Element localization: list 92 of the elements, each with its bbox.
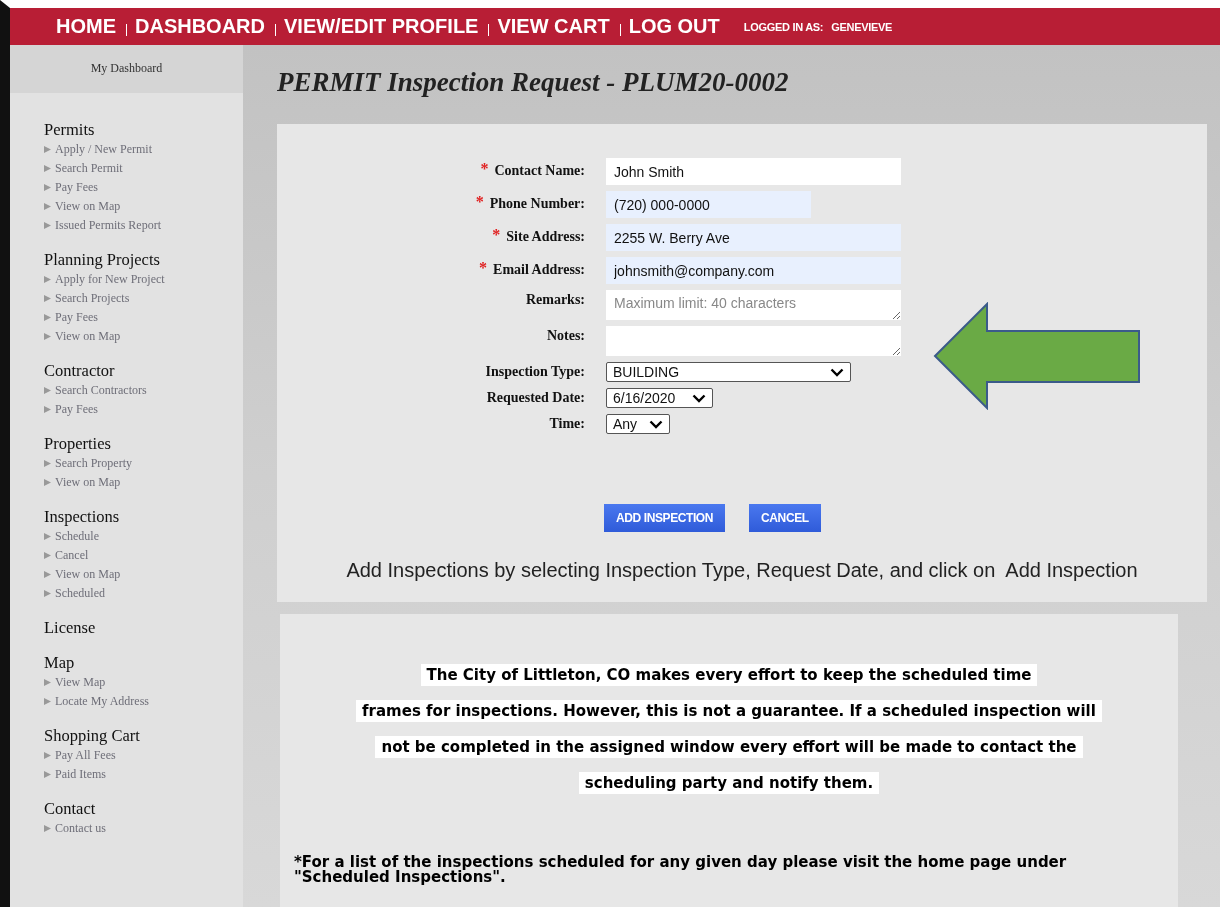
bullet-icon — [44, 314, 51, 321]
nav-link[interactable]: HOME — [56, 15, 116, 38]
arrow-left-icon — [933, 302, 1143, 410]
sidebar-heading[interactable]: Planning Projects — [44, 249, 243, 270]
sidebar-heading[interactable]: Properties — [44, 433, 243, 454]
bullet-icon — [44, 679, 51, 686]
logged-in-label: LOGGED IN AS: — [743, 20, 824, 33]
bullet-icon — [44, 165, 51, 172]
field-label: Phone Number: — [489, 196, 585, 212]
sidebar-link[interactable]: Search Permit — [44, 159, 243, 178]
sidebar-link[interactable]: Apply for New Project — [44, 270, 243, 289]
bullet-icon — [44, 387, 51, 394]
bullet-icon — [44, 479, 51, 486]
sidebar-link[interactable]: Pay All Fees — [44, 746, 243, 765]
bullet-icon — [44, 771, 51, 778]
sidebar-heading[interactable]: Map — [44, 652, 243, 673]
chevron-down-icon — [649, 419, 663, 429]
sidebar-heading[interactable]: Contractor — [44, 360, 243, 381]
sidebar-link[interactable]: Pay Fees — [44, 400, 243, 419]
dropdown[interactable]: Any — [606, 414, 670, 434]
bullet-icon — [44, 533, 51, 540]
field-label: Requested Date: — [486, 390, 585, 406]
sidebar-link[interactable]: Locate My Address — [44, 692, 243, 711]
dashboard-link[interactable]: My Dashboard — [90, 61, 163, 76]
sidebar-link[interactable]: Pay Fees — [44, 308, 243, 327]
sidebar-heading[interactable]: Contact — [44, 798, 243, 819]
bullet-icon — [44, 295, 51, 302]
text-field[interactable]: johnsmith@company.com — [606, 257, 901, 284]
bullet-icon — [44, 752, 51, 759]
sidebar-link[interactable]: View Map — [44, 673, 243, 692]
sidebar-link[interactable]: View on Map — [44, 327, 243, 346]
chevron-down-icon — [692, 393, 706, 403]
bullet-icon — [44, 825, 51, 832]
sidebar-heading[interactable]: License — [44, 617, 243, 638]
chevron-down-icon — [830, 367, 844, 377]
page-title: PERMIT Inspection Request - PLUM20-0002 — [277, 67, 789, 98]
sidebar-heading[interactable]: Inspections — [44, 506, 243, 527]
sidebar-link[interactable]: Search Projects — [44, 289, 243, 308]
sidebar-link[interactable]: Scheduled — [44, 584, 243, 603]
text-field[interactable]: (720) 000-0000 — [606, 191, 811, 218]
bullet-icon — [44, 276, 51, 283]
user-name: GENEVIEVE — [831, 20, 893, 33]
nav-link[interactable]: LOG OUT — [628, 15, 720, 38]
bullet-icon — [44, 184, 51, 191]
field-label: Time: — [549, 416, 585, 432]
bullet-icon — [44, 460, 51, 467]
sidebar-link[interactable]: View on Map — [44, 565, 243, 584]
cancel-button[interactable]: CANCEL — [749, 504, 821, 532]
sidebar-link[interactable]: Cancel — [44, 546, 243, 565]
field-label: Email Address: — [493, 262, 585, 278]
bullet-icon — [44, 698, 51, 705]
field-label: Remarks: — [525, 292, 585, 308]
bullet-icon — [44, 571, 51, 578]
bullet-icon — [44, 590, 51, 597]
required-mark: * — [480, 163, 489, 175]
required-mark: * — [479, 262, 488, 274]
required-mark: * — [492, 229, 501, 241]
field-label: Site Address: — [506, 229, 585, 245]
sidebar-link[interactable]: Schedule — [44, 527, 243, 546]
nav-link[interactable]: VIEW/EDIT PROFILE — [284, 15, 479, 38]
sidebar-link[interactable]: Pay Fees — [44, 178, 243, 197]
field-label: Inspection Type: — [485, 364, 585, 380]
dropdown[interactable]: BUILDING — [606, 362, 851, 382]
instruction-text: Add Inspections by selecting Inspection Type, Request Date, and click on Add Inspection — [346, 559, 1138, 582]
text-field[interactable]: John Smith — [606, 158, 901, 185]
field-label: Notes: — [546, 328, 585, 344]
bullet-icon — [44, 146, 51, 153]
sidebar-link[interactable]: Paid Items — [44, 765, 243, 784]
bullet-icon — [44, 406, 51, 413]
sidebar-link[interactable]: Search Property — [44, 454, 243, 473]
required-mark: * — [475, 196, 484, 208]
sidebar-heading[interactable]: Permits — [44, 119, 243, 140]
nav-link[interactable]: DASHBOARD — [135, 15, 265, 38]
add-button[interactable]: ADD INSPECTION — [604, 504, 726, 532]
text-area[interactable]: Maximum limit: 40 characters — [606, 290, 901, 320]
sidebar-link[interactable]: View on Map — [44, 473, 243, 492]
field-label: Contact Name: — [494, 163, 585, 179]
bullet-icon — [44, 552, 51, 559]
sidebar-link[interactable]: Search Contractors — [44, 381, 243, 400]
bullet-icon — [44, 333, 51, 340]
sidebar-link[interactable]: Contact us — [44, 819, 243, 838]
bullet-icon — [44, 203, 51, 210]
text-area[interactable] — [606, 326, 901, 356]
footnote-text: *For a list of the inspections scheduled for any given day please visit the home page under "Scheduled Inspections". — [293, 855, 1068, 885]
sidebar-heading[interactable]: Shopping Cart — [44, 725, 243, 746]
sidebar-link[interactable]: Apply / New Permit — [44, 140, 243, 159]
sidebar-link[interactable]: View on Map — [44, 197, 243, 216]
text-field[interactable]: 2255 W. Berry Ave — [606, 224, 901, 251]
nav-link[interactable]: VIEW CART — [497, 15, 610, 38]
bullet-icon — [44, 222, 51, 229]
dropdown[interactable]: 6/16/2020 — [606, 388, 713, 408]
sidebar-link[interactable]: Issued Permits Report — [44, 216, 243, 235]
